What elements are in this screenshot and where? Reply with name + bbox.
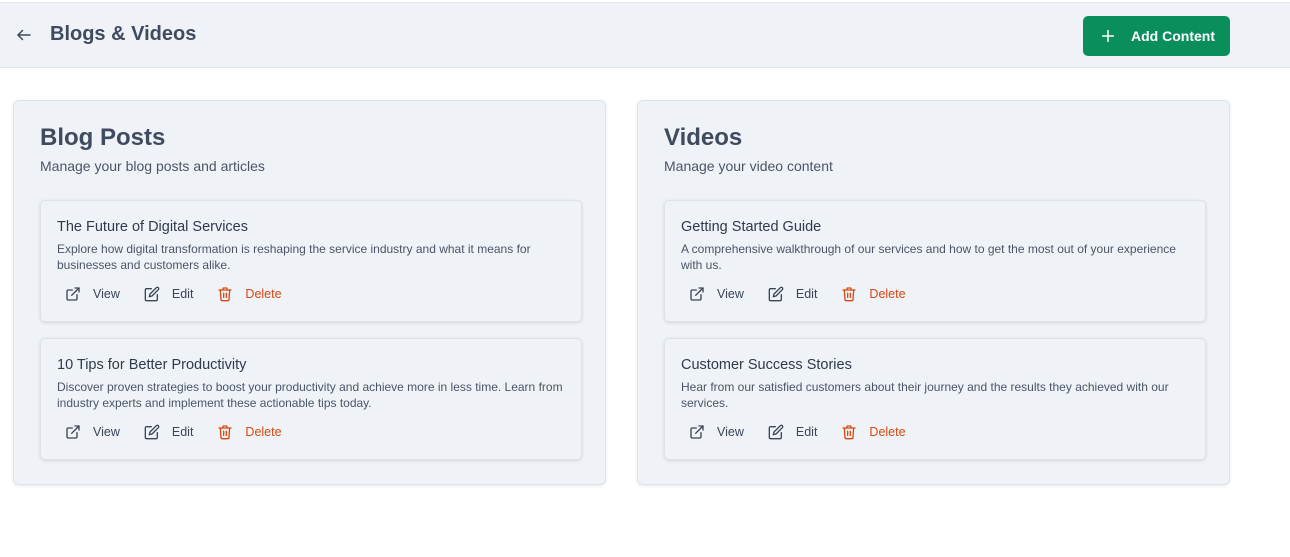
blog-posts-panel: Blog Posts Manage your blog posts and ar…: [13, 100, 606, 485]
delete-label: Delete: [869, 425, 906, 439]
card-actions: View Edit Delete: [689, 284, 906, 304]
plus-icon: [1101, 29, 1115, 43]
panel-title: Videos: [664, 124, 743, 151]
card-description: Hear from our satisfied customers about …: [681, 380, 1169, 410]
edit-label: Edit: [171, 425, 194, 439]
view-button[interactable]: View: [65, 286, 120, 302]
external-link-icon: [66, 425, 80, 439]
edit-label: Edit: [795, 425, 818, 439]
card-actions: View Edit Delete: [689, 422, 906, 442]
top-bar: Blogs & Videos Add Content: [0, 2, 1290, 68]
delete-button[interactable]: Delete: [217, 286, 282, 302]
delete-button[interactable]: Delete: [841, 286, 906, 302]
card-description: A comprehensive walkthrough of our servi…: [681, 242, 1176, 272]
delete-label: Delete: [245, 287, 282, 301]
add-content-button[interactable]: Add Content: [1083, 16, 1230, 56]
edit-button[interactable]: Edit: [144, 286, 194, 302]
view-label: View: [93, 425, 120, 439]
delete-label: Delete: [245, 425, 282, 439]
trash-icon: [218, 425, 233, 440]
card-description: Explore how digital transformation is re…: [57, 242, 531, 272]
card-description: Discover proven strategies to boost your…: [57, 380, 563, 410]
page-title: Blogs & Videos: [50, 23, 197, 45]
edit-icon: [768, 424, 784, 440]
videos-panel: Videos Manage your video content Getting…: [637, 100, 1230, 485]
view-button[interactable]: View: [689, 286, 744, 302]
delete-label: Delete: [869, 287, 906, 301]
edit-icon: [144, 424, 160, 440]
card-actions: View Edit Delete: [65, 284, 282, 304]
view-button[interactable]: View: [689, 424, 744, 440]
card-actions: View Edit Delete: [65, 422, 282, 442]
view-label: View: [717, 287, 744, 301]
view-button[interactable]: View: [65, 424, 120, 440]
view-label: View: [93, 287, 120, 301]
delete-button[interactable]: Delete: [841, 424, 906, 440]
trash-icon: [842, 425, 857, 440]
card-title: Getting Started Guide: [681, 219, 822, 235]
edit-icon: [768, 286, 784, 302]
trash-icon: [218, 287, 233, 302]
edit-label: Edit: [795, 287, 818, 301]
panel-subtitle: Manage your blog posts and articles: [40, 158, 265, 174]
external-link-icon: [690, 287, 704, 301]
edit-button[interactable]: Edit: [768, 424, 818, 440]
card-title: Customer Success Stories: [681, 357, 852, 373]
edit-label: Edit: [171, 287, 194, 301]
content-card: Customer Success Stories Hear from our s…: [664, 338, 1206, 460]
trash-icon: [842, 287, 857, 302]
card-title: 10 Tips for Better Productivity: [57, 357, 247, 373]
external-link-icon: [690, 425, 704, 439]
edit-icon: [144, 286, 160, 302]
delete-button[interactable]: Delete: [217, 424, 282, 440]
panel-title: Blog Posts: [40, 124, 166, 151]
arrow-left-icon: [17, 29, 31, 41]
content-card: 10 Tips for Better Productivity Discover…: [40, 338, 582, 460]
content-card: Getting Started Guide A comprehensive wa…: [664, 200, 1206, 322]
add-content-label: Add Content: [1131, 28, 1215, 44]
back-button[interactable]: [12, 23, 36, 47]
card-title: The Future of Digital Services: [57, 219, 248, 235]
edit-button[interactable]: Edit: [768, 286, 818, 302]
content-card: The Future of Digital Services Explore h…: [40, 200, 582, 322]
edit-button[interactable]: Edit: [144, 424, 194, 440]
panel-subtitle: Manage your video content: [664, 158, 833, 174]
view-label: View: [717, 425, 744, 439]
external-link-icon: [66, 287, 80, 301]
